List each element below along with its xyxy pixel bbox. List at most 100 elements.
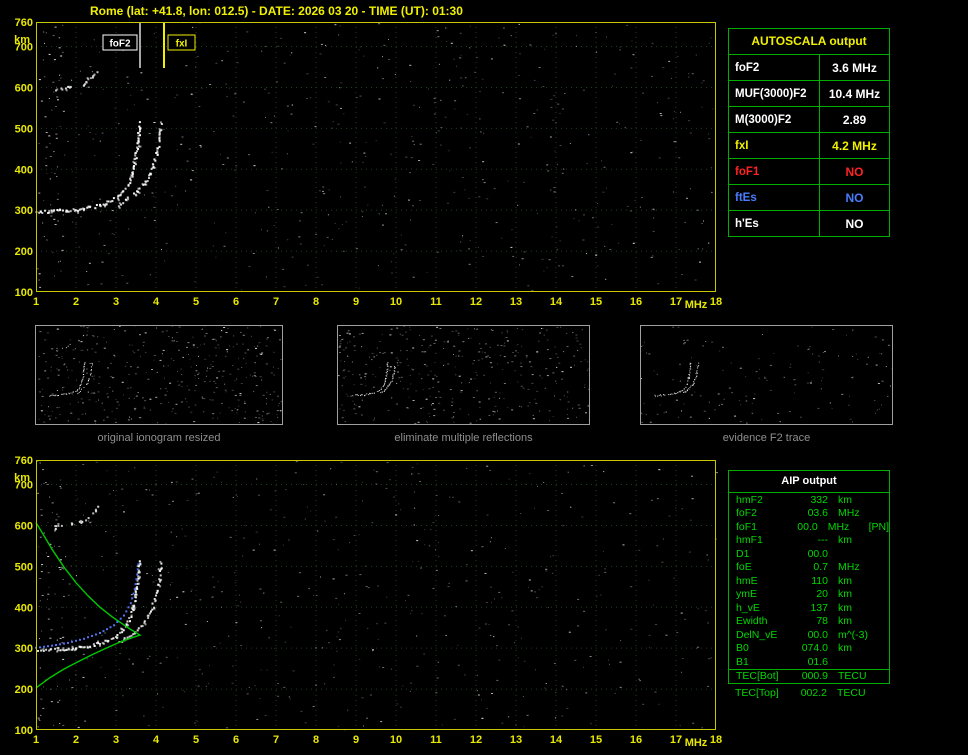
aip-parameter-unit: km: [838, 588, 852, 601]
aip-parameter-value: 000.9: [801, 670, 828, 683]
aip-output-rows: hmF2 332 km foF2 03.6 MHz foF1 00.0 MHz [PN] hmF1-…: [729, 493, 889, 683]
svg-text:17: 17: [670, 734, 682, 746]
autoscala-parameter-name: h'Es: [735, 217, 759, 230]
svg-text:4: 4: [153, 734, 160, 746]
autoscala-parameter-value: NO: [819, 185, 889, 210]
aip-parameter-name: DelN_vE: [736, 628, 778, 641]
svg-text:MHz: MHz: [685, 737, 708, 749]
aip-parameter-value: 03.6: [807, 507, 828, 520]
aip-row-h_vE: h_vE 137 km: [729, 601, 889, 615]
autoscala-row-M(3000)F2: M(3000)F2 2.89: [729, 106, 889, 132]
aip-parameter-name: D1: [736, 547, 750, 560]
autoscala-parameter-name: ftEs: [735, 191, 757, 204]
aip-row-foF1: foF1 00.0 MHz [PN]: [729, 520, 889, 534]
svg-text:18: 18: [710, 296, 722, 308]
autoscala-output-panel: AUTOSCALA output foF2 3.6 MHz MUF(3000)F2 1…: [728, 28, 890, 237]
aip-row-foE: foE 0.7 MHz: [729, 561, 889, 575]
autoscala-parameter-name: foF2: [735, 61, 760, 74]
svg-text:200: 200: [15, 246, 33, 258]
aip-parameter-unit: km: [838, 534, 852, 547]
aip-parameter-unit: TECU: [838, 670, 867, 683]
aip-parameter-unit: km: [838, 615, 852, 628]
autoscala-parameter-value: 10.4 MHz: [819, 81, 889, 106]
aip-row-D1: D1 00.0: [729, 547, 889, 561]
autoscala-parameter-name: MUF(3000)F2: [735, 87, 807, 100]
svg-text:400: 400: [15, 164, 33, 176]
svg-text:foF2: foF2: [109, 39, 131, 50]
autoscala-row-foF2: foF2 3.6 MHz: [729, 54, 889, 80]
svg-text:MHz: MHz: [685, 299, 708, 311]
autoscala-parameter-name: M(3000)F2: [735, 113, 792, 126]
aip-parameter-name: hmF1: [736, 534, 763, 547]
autoscala-row-fxI: fxI 4.2 MHz: [729, 132, 889, 158]
aip-row-foF2: foF2 03.6 MHz: [729, 507, 889, 521]
autoscala-parameter-name: fxI: [735, 139, 749, 152]
svg-text:15: 15: [590, 296, 602, 308]
svg-text:18: 18: [710, 734, 722, 746]
svg-text:12: 12: [470, 296, 482, 308]
svg-text:200: 200: [15, 684, 33, 696]
aip-parameter-unit: km: [838, 574, 852, 587]
tec-top-row-container: TEC[Top] 002.2 TECU: [728, 686, 890, 700]
aip-row-ymE: ymE 20 km: [729, 588, 889, 602]
aip-parameter-name: ymE: [736, 588, 757, 601]
aip-row-B0: B0 074.0 km: [729, 642, 889, 656]
svg-text:7: 7: [273, 734, 279, 746]
svg-text:10: 10: [390, 296, 402, 308]
aip-row-TEC[Bot]: TEC[Bot] 000.9 TECU: [729, 668, 889, 684]
svg-text:9: 9: [353, 296, 359, 308]
aip-parameter-unit: TECU: [837, 686, 866, 699]
svg-text:5: 5: [193, 734, 199, 746]
autoscala-output-title: AUTOSCALA output: [751, 34, 867, 48]
aip-row-hmF2: hmF2 332 km: [729, 493, 889, 507]
svg-text:600: 600: [15, 82, 33, 94]
aip-parameter-name: Ewidth: [736, 615, 768, 628]
thumbnail-no-multiple-reflections: [337, 325, 590, 425]
thumbnail-caption-no-multiples: eliminate multiple reflections: [394, 432, 533, 444]
aip-parameter-name: foE: [736, 561, 752, 574]
svg-text:8: 8: [313, 296, 319, 308]
aip-parameter-unit: km: [838, 601, 852, 614]
svg-text:600: 600: [15, 520, 33, 532]
svg-text:13: 13: [510, 734, 522, 746]
svg-text:17: 17: [670, 296, 682, 308]
aip-parameter-value: 00.0: [807, 547, 828, 560]
aip-parameter-note: [PN]: [868, 520, 889, 533]
svg-text:12: 12: [470, 734, 482, 746]
aip-parameter-name: hmE: [736, 574, 758, 587]
svg-text:3: 3: [113, 734, 119, 746]
svg-text:8: 8: [313, 734, 319, 746]
svg-text:11: 11: [430, 734, 442, 746]
svg-text:fxI: fxI: [176, 39, 188, 50]
aip-row-B1: B1 01.6: [729, 655, 889, 669]
aip-row-hmE: hmE 110 km: [729, 574, 889, 588]
aip-parameter-unit: MHz: [838, 561, 860, 574]
svg-text:1: 1: [33, 296, 39, 308]
svg-text:760: 760: [15, 17, 33, 29]
svg-text:300: 300: [15, 643, 33, 655]
svg-text:9: 9: [353, 734, 359, 746]
svg-text:7: 7: [273, 296, 279, 308]
svg-text:500: 500: [15, 123, 33, 135]
aip-row-hmF1: hmF1 --- km: [729, 534, 889, 548]
svg-text:15: 15: [590, 734, 602, 746]
svg-text:16: 16: [630, 296, 642, 308]
aip-parameter-unit: km: [838, 642, 852, 655]
autoscala-row-MUF(3000)F2: MUF(3000)F2 10.4 MHz: [729, 80, 889, 106]
autoscala-parameter-value: 2.89: [819, 107, 889, 132]
thumbnail-caption-original: original ionogram resized: [97, 432, 221, 444]
autoscala-parameter-value: NO: [819, 211, 889, 236]
autoscala-app-window: Rome (lat: +41.8, lon: 012.5) - DATE: 20…: [0, 0, 968, 755]
aip-row-Ewidth: Ewidth 78 km: [729, 615, 889, 629]
autoscala-parameter-name: foF1: [735, 165, 760, 178]
aip-parameter-name: foF2: [736, 507, 758, 520]
svg-text:km: km: [14, 34, 30, 46]
aip-parameter-name: foF1: [736, 520, 758, 533]
svg-text:6: 6: [233, 296, 239, 308]
autoscala-parameter-value: NO: [819, 159, 889, 184]
autoscala-output-rows: foF2 3.6 MHz MUF(3000)F2 10.4 MHz M(3000)F2 2…: [729, 54, 889, 236]
aip-parameter-name: TEC[Top]: [735, 686, 779, 699]
aip-parameter-unit: MHz: [838, 507, 860, 520]
aip-parameter-unit: m^(-3): [838, 628, 869, 641]
aip-parameter-name: h_vE: [736, 601, 760, 614]
